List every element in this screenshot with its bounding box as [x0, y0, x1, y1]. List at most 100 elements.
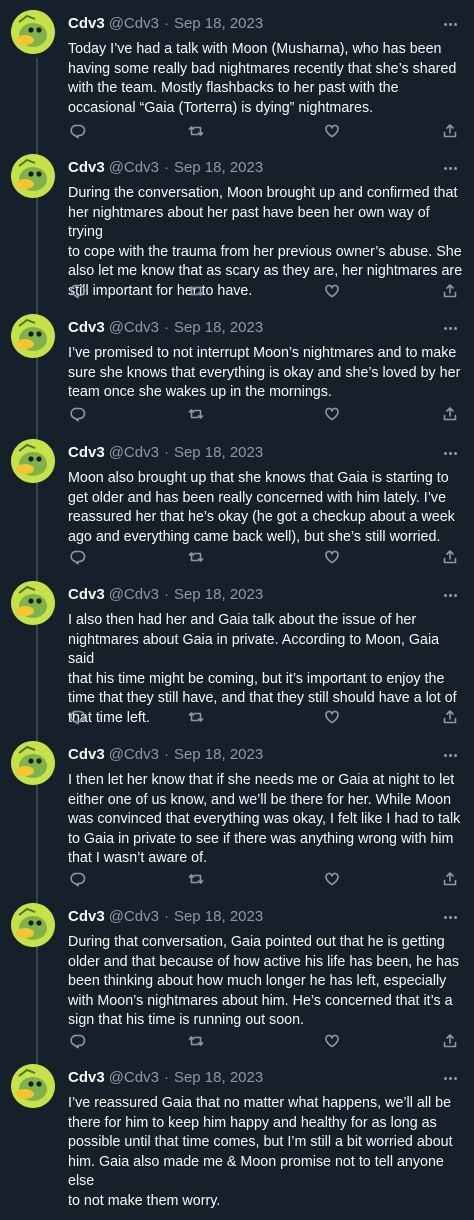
tweet[interactable]: Cdv3 @Cdv3 · Sep 18, 2023 Moon also brou… [0, 433, 474, 579]
avatar[interactable] [11, 1064, 55, 1108]
retweet-icon[interactable] [186, 1031, 206, 1051]
tweet-actions [68, 281, 462, 301]
retweet-icon[interactable] [186, 404, 206, 424]
display-name[interactable]: Cdv3 [68, 158, 105, 178]
retweet-icon[interactable] [186, 869, 206, 889]
separator-dot: · [163, 319, 169, 336]
username[interactable]: @Cdv3 [109, 907, 159, 927]
display-name[interactable]: Cdv3 [68, 745, 105, 765]
reply-icon[interactable] [68, 869, 88, 889]
display-name[interactable]: Cdv3 [68, 318, 105, 338]
display-name[interactable]: Cdv3 [68, 443, 105, 463]
more-icon[interactable] [440, 745, 460, 765]
username[interactable]: @Cdv3 [109, 158, 159, 178]
username[interactable]: @Cdv3 [109, 14, 159, 34]
separator-dot: · [163, 15, 169, 32]
tweet[interactable]: Cdv3 @Cdv3 · Sep 18, 2023 I then let her… [0, 735, 474, 901]
share-icon[interactable] [440, 547, 460, 567]
timestamp[interactable]: Sep 18, 2023 [174, 1068, 263, 1088]
retweet-icon[interactable] [186, 121, 206, 141]
username[interactable]: @Cdv3 [109, 443, 159, 463]
separator-dot: · [163, 1069, 169, 1086]
share-icon[interactable] [440, 1031, 460, 1051]
share-icon[interactable] [440, 121, 460, 141]
tweet-actions [68, 707, 462, 727]
separator-dot: · [163, 746, 169, 763]
reply-icon[interactable] [68, 281, 88, 301]
like-icon[interactable] [322, 547, 342, 567]
reply-icon[interactable] [68, 121, 88, 141]
display-name[interactable]: Cdv3 [68, 1068, 105, 1088]
avatar[interactable] [11, 741, 55, 785]
reply-icon[interactable] [68, 1031, 88, 1051]
username[interactable]: @Cdv3 [109, 1068, 159, 1088]
like-icon[interactable] [322, 404, 342, 424]
retweet-icon[interactable] [186, 281, 206, 301]
tweet-actions [68, 547, 462, 567]
share-icon[interactable] [440, 404, 460, 424]
tweet-header: Cdv3 @Cdv3 · Sep 18, 2023 [68, 1068, 460, 1088]
display-name[interactable]: Cdv3 [68, 585, 105, 605]
tweet-text: I’ve reassured Gaia that no matter what … [68, 1095, 453, 1209]
share-icon[interactable] [440, 707, 460, 727]
username[interactable]: @Cdv3 [109, 585, 159, 605]
reply-icon[interactable] [68, 707, 88, 727]
like-icon[interactable] [322, 869, 342, 889]
more-icon[interactable] [440, 443, 460, 463]
username[interactable]: @Cdv3 [109, 745, 159, 765]
more-icon[interactable] [440, 585, 460, 605]
avatar[interactable] [11, 439, 55, 483]
like-icon[interactable] [322, 1031, 342, 1051]
tweet-actions [68, 869, 462, 889]
tweet[interactable]: Cdv3 @Cdv3 · Sep 18, 2023 During that co… [0, 897, 474, 1063]
username[interactable]: @Cdv3 [109, 318, 159, 338]
tweet-actions [68, 404, 462, 424]
separator-dot: · [163, 444, 169, 461]
like-icon[interactable] [322, 707, 342, 727]
display-name[interactable]: Cdv3 [68, 907, 105, 927]
tweet[interactable]: Cdv3 @Cdv3 · Sep 18, 2023 I’ve promised … [0, 308, 474, 434]
display-name[interactable]: Cdv3 [68, 14, 105, 34]
more-icon[interactable] [440, 907, 460, 927]
tweet-header: Cdv3 @Cdv3 · Sep 18, 2023 [68, 14, 460, 34]
timestamp[interactable]: Sep 18, 2023 [174, 585, 263, 605]
tweet-header: Cdv3 @Cdv3 · Sep 18, 2023 [68, 907, 460, 927]
more-icon[interactable] [440, 318, 460, 338]
tweet-text: Moon also brought up that she knows that… [68, 470, 455, 545]
timestamp[interactable]: Sep 18, 2023 [174, 907, 263, 927]
tweet-actions [68, 121, 462, 141]
avatar[interactable] [11, 581, 55, 625]
share-icon[interactable] [440, 281, 460, 301]
like-icon[interactable] [322, 281, 342, 301]
timestamp[interactable]: Sep 18, 2023 [174, 443, 263, 463]
timestamp[interactable]: Sep 18, 2023 [174, 158, 263, 178]
more-icon[interactable] [440, 1068, 460, 1088]
tweet[interactable]: Cdv3 @Cdv3 · Sep 18, 2023 I also then ha… [0, 575, 474, 741]
more-icon[interactable] [440, 158, 460, 178]
like-icon[interactable] [322, 121, 342, 141]
avatar[interactable] [11, 903, 55, 947]
timestamp[interactable]: Sep 18, 2023 [174, 14, 263, 34]
retweet-icon[interactable] [186, 547, 206, 567]
reply-icon[interactable] [68, 547, 88, 567]
avatar[interactable] [11, 154, 55, 198]
more-icon[interactable] [440, 14, 460, 34]
tweet-header: Cdv3 @Cdv3 · Sep 18, 2023 [68, 443, 460, 463]
tweet-actions [68, 1031, 462, 1051]
tweet-text: During that conversation, Gaia pointed o… [68, 934, 460, 1029]
tweet-text: I’ve promised to not interrupt Moon’s ni… [68, 345, 461, 401]
separator-dot: · [163, 159, 169, 176]
tweet[interactable]: Cdv3 @Cdv3 · Sep 18, 2023 During the con… [0, 148, 474, 314]
timestamp[interactable]: Sep 18, 2023 [174, 318, 263, 338]
reply-icon[interactable] [68, 404, 88, 424]
share-icon[interactable] [440, 869, 460, 889]
tweet[interactable]: Cdv3 @Cdv3 · Sep 18, 2023 Today I’ve had… [0, 4, 474, 158]
avatar[interactable] [11, 10, 55, 54]
avatar[interactable] [11, 314, 55, 358]
retweet-icon[interactable] [186, 707, 206, 727]
timestamp[interactable]: Sep 18, 2023 [174, 745, 263, 765]
tweet[interactable]: Cdv3 @Cdv3 · Sep 18, 2023 I’ve reassured… [0, 1058, 474, 1220]
separator-dot: · [163, 586, 169, 603]
tweet-thread: Cdv3 @Cdv3 · Sep 18, 2023 Today I’ve had… [0, 0, 474, 1220]
tweet-text: I then let her know that if she needs me… [68, 772, 461, 867]
